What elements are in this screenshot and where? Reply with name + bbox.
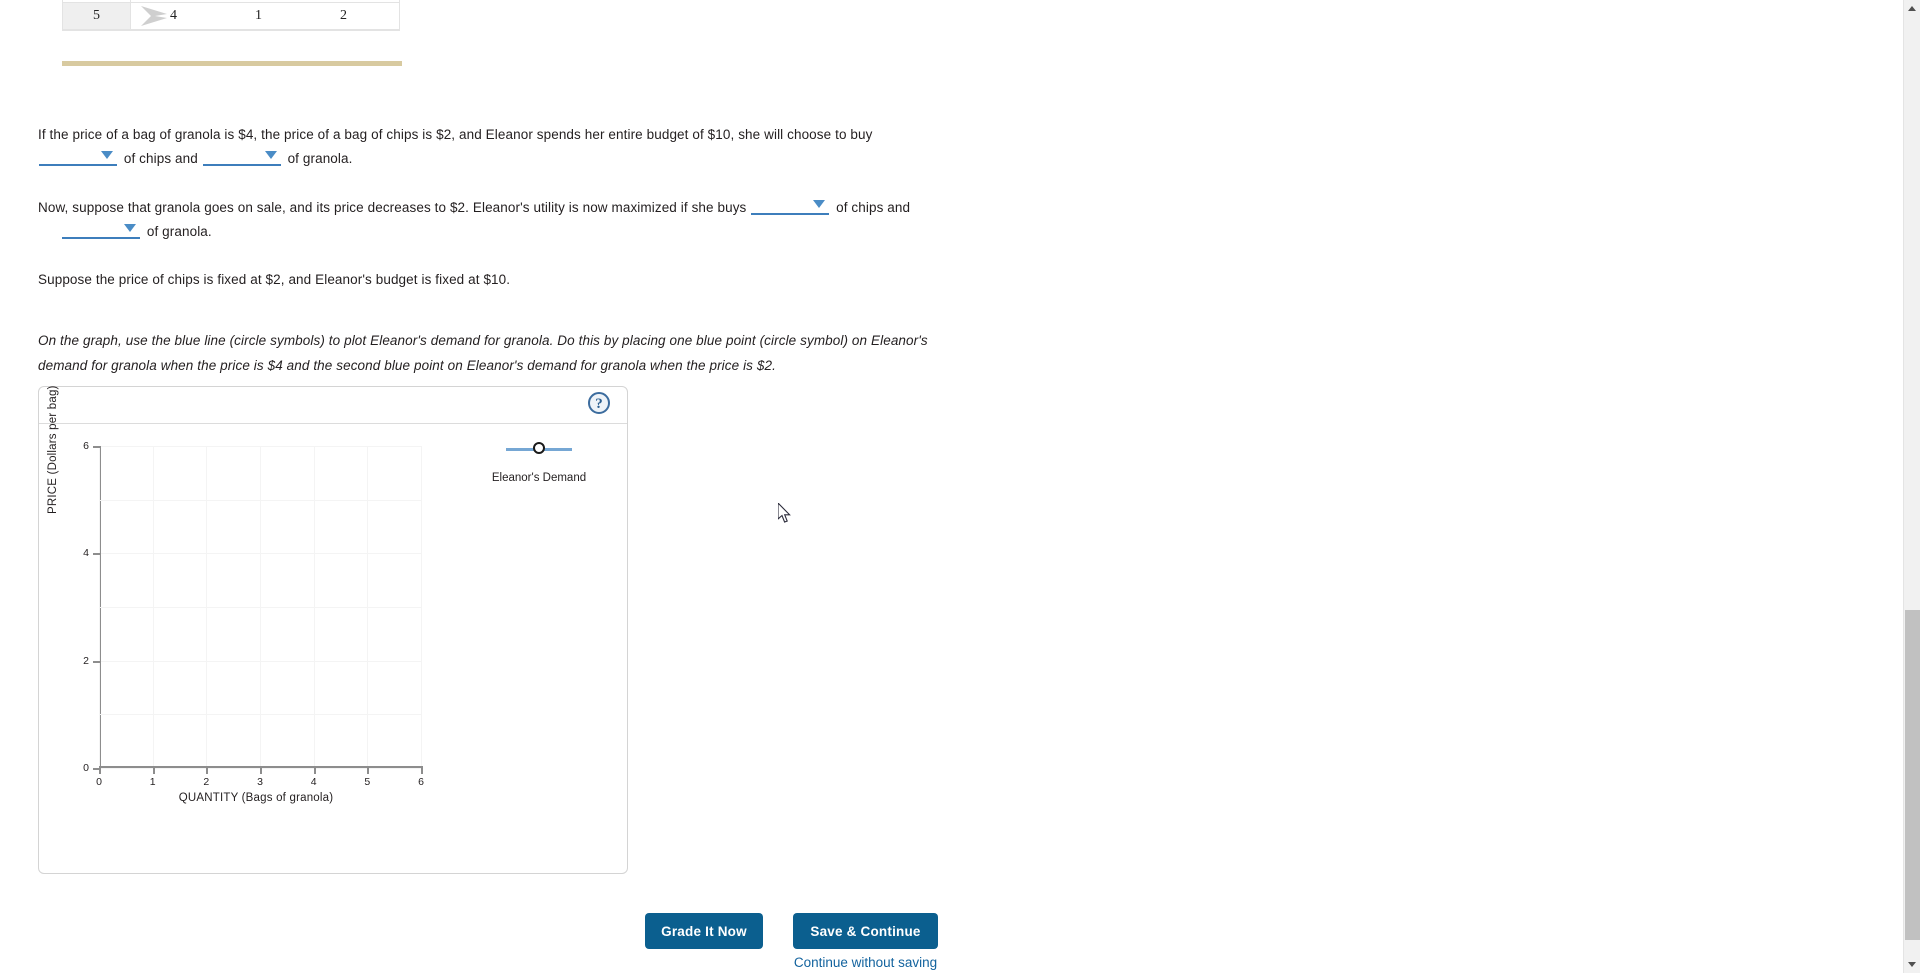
dropdown-q2-granola[interactable] bbox=[62, 220, 140, 239]
vertical-scrollbar[interactable] bbox=[1903, 0, 1920, 973]
table-row-cells bbox=[131, 0, 399, 2]
question-1: If the price of a bag of granola is $4, … bbox=[38, 123, 1038, 171]
page-root: 4 5 4 1 2 If the price of a bag of grano… bbox=[0, 0, 1920, 973]
question-1-end: of granola. bbox=[287, 151, 353, 166]
legend-label-eleanors-demand: Eleanor's Demand bbox=[491, 472, 587, 484]
chevron-down-icon bbox=[101, 151, 113, 159]
x-axis-tick-label: 3 bbox=[257, 776, 263, 788]
grid-line-horizontal bbox=[99, 446, 421, 447]
gray-arrow-icon bbox=[141, 6, 167, 26]
legend-swatch-eleanors-demand bbox=[506, 442, 572, 456]
continue-without-saving-link[interactable]: Continue without saving bbox=[793, 955, 938, 970]
graph-instructions-line1: On the graph, use the blue line (circle … bbox=[38, 333, 928, 348]
y-axis-tick-label: 4 bbox=[83, 547, 89, 560]
x-axis-tick bbox=[152, 766, 155, 774]
x-axis-tick-label: 4 bbox=[310, 776, 317, 788]
plot-area[interactable]: 0 1 2 3 4 5 6 0 2 4 6 bbox=[83, 440, 424, 788]
question-2: Now, suppose that granola goes on sale, … bbox=[38, 196, 1038, 244]
x-axis-tick bbox=[206, 766, 209, 774]
y-axis-tick bbox=[93, 446, 101, 448]
mouse-cursor bbox=[778, 503, 791, 523]
x-axis-tick-label: 6 bbox=[418, 776, 424, 788]
question-1-mid: of chips and bbox=[123, 151, 198, 166]
save-and-continue-button[interactable]: Save & Continue bbox=[793, 913, 938, 949]
y-axis-tick bbox=[93, 660, 101, 663]
table-row-cells: 4 1 2 bbox=[131, 3, 399, 29]
table-row: 5 4 1 2 bbox=[63, 3, 399, 30]
scroll-down-arrow-icon[interactable] bbox=[1904, 956, 1920, 973]
graph-instructions-line2: demand for granola when the price is $4 … bbox=[38, 358, 776, 373]
x-axis-title: QUANTITY (Bags of granola) bbox=[178, 792, 334, 804]
grid-line-horizontal bbox=[99, 499, 421, 501]
help-icon[interactable]: ? bbox=[588, 392, 610, 414]
x-axis-tick bbox=[313, 766, 316, 774]
legend-circle-marker-icon bbox=[533, 442, 545, 454]
grid-line-vertical bbox=[421, 446, 422, 768]
x-axis-tick bbox=[260, 766, 262, 774]
scrollbar-thumb[interactable] bbox=[1905, 610, 1920, 940]
graph-instructions: On the graph, use the blue line (circle … bbox=[38, 328, 968, 378]
y-axis-tick bbox=[93, 553, 101, 556]
grid-line-horizontal bbox=[99, 660, 421, 662]
y-axis-tick bbox=[93, 768, 101, 770]
grid-line-horizontal bbox=[99, 607, 421, 608]
y-axis-tick-label: 2 bbox=[83, 654, 89, 667]
table-row-header: 5 bbox=[63, 3, 131, 29]
y-axis-tick-label: 0 bbox=[83, 762, 89, 774]
x-axis-tick bbox=[367, 766, 370, 774]
chevron-down-icon bbox=[813, 200, 826, 208]
question-1-text: If the price of a bag of granola is $4, … bbox=[38, 127, 873, 142]
question-2-end: of granola. bbox=[146, 224, 212, 239]
grade-it-now-button[interactable]: Grade It Now bbox=[645, 913, 763, 949]
x-axis-tick-label: 2 bbox=[203, 776, 210, 788]
dropdown-q1-granola[interactable] bbox=[202, 147, 281, 166]
table-cell: 1 bbox=[255, 8, 262, 23]
x-axis-tick bbox=[421, 766, 423, 774]
x-axis-tick-label: 1 bbox=[149, 776, 156, 788]
chart-legend: Eleanor's Demand bbox=[464, 442, 614, 484]
graph-panel-header: ? bbox=[39, 387, 627, 424]
question-3: Suppose the price of chips is fixed at $… bbox=[38, 268, 1038, 292]
y-axis-title: PRICE (Dollars per bag) bbox=[47, 385, 59, 514]
grid-line-horizontal bbox=[99, 553, 421, 555]
plot-wrapper: PRICE (Dollars per bag) QUANTITY (Bags o… bbox=[39, 385, 627, 874]
chevron-down-icon bbox=[264, 151, 277, 159]
chevron-down-icon bbox=[124, 224, 136, 232]
dropdown-q1-chips[interactable] bbox=[39, 147, 117, 166]
dropdown-q2-chips[interactable] bbox=[751, 196, 830, 215]
question-2-text: Now, suppose that granola goes on sale, … bbox=[38, 200, 747, 215]
grid-line-horizontal bbox=[99, 714, 421, 716]
table-cell: 2 bbox=[340, 8, 347, 23]
graph-panel: ? PRICE (Dollars per bag) QUANTITY (Bags… bbox=[38, 385, 628, 874]
question-2-mid: of chips and bbox=[836, 200, 911, 215]
table-row-header: 4 bbox=[63, 0, 131, 2]
y-axis-tick-label: 6 bbox=[83, 440, 89, 452]
data-table-fragment: 4 5 4 1 2 bbox=[62, 0, 400, 31]
section-divider bbox=[62, 61, 402, 66]
scroll-up-arrow-icon[interactable] bbox=[1904, 0, 1920, 17]
x-axis-tick-label: 5 bbox=[364, 776, 371, 788]
x-axis-tick-label: 0 bbox=[96, 776, 102, 788]
question-3-text: Suppose the price of chips is fixed at $… bbox=[38, 272, 511, 287]
